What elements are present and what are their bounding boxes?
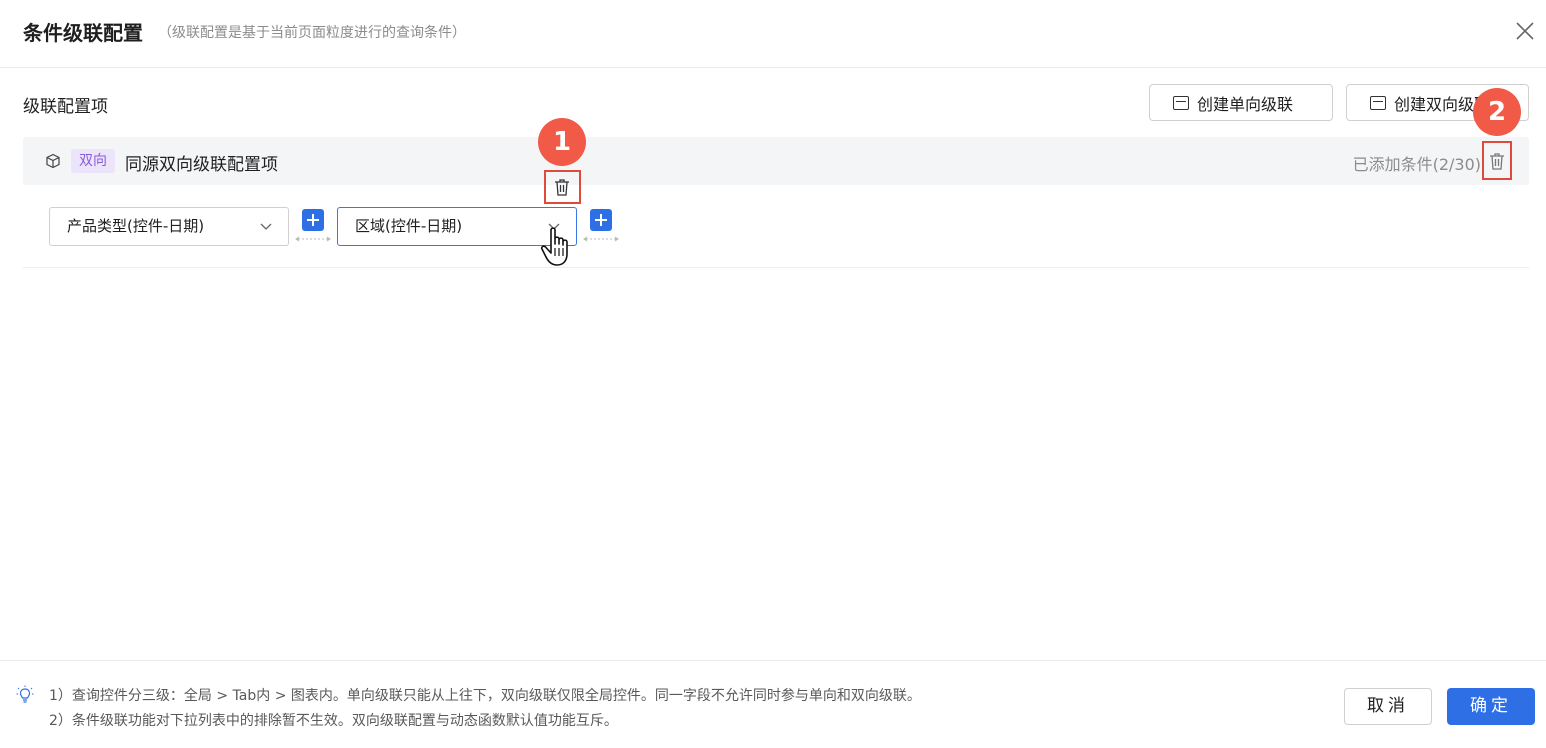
create-single-cascade-label: 创建单向级联 — [1197, 94, 1294, 114]
lightbulb-icon — [16, 685, 34, 703]
divider — [23, 267, 1529, 268]
create-single-cascade-button[interactable]: 创建单向级联 — [1149, 84, 1333, 121]
added-conditions-count: 已添加条件(2/30) — [1352, 155, 1481, 174]
close-icon[interactable] — [1512, 18, 1538, 44]
cascade-item-row: 双向 同源双向级联配置项 已添加条件(2/30) — [23, 137, 1529, 185]
condition-select-product-type[interactable]: 产品类型(控件-日期) — [49, 207, 289, 246]
cube-icon — [46, 153, 60, 169]
section-title: 级联配置项 — [23, 97, 108, 117]
condition-select-label: 产品类型(控件-日期) — [67, 217, 205, 235]
direction-tag: 双向 — [71, 149, 115, 173]
single-arrow-icon — [1173, 95, 1189, 110]
step-marker-1: 1 — [538, 118, 586, 166]
cancel-button[interactable]: 取消 — [1344, 688, 1432, 725]
footer-note-2: 2）条件级联功能对下拉列表中的排除暂不生效。双向级联配置与动态函数默认值功能互斥… — [49, 713, 618, 729]
confirm-button[interactable]: 确定 — [1447, 688, 1535, 725]
trash-icon[interactable] — [554, 178, 570, 196]
double-arrow-icon — [1370, 95, 1386, 110]
footer-note-1: 1）查询控件分三级：全局 > Tab内 > 图表内。单向级联只能从上往下，双向级… — [49, 688, 921, 704]
trash-icon[interactable] — [1489, 152, 1505, 170]
plus-icon[interactable] — [590, 209, 612, 231]
dialog-footer: 1）查询控件分三级：全局 > Tab内 > 图表内。单向级联只能从上往下，双向级… — [0, 660, 1546, 748]
chevron-down-icon — [260, 223, 272, 230]
bidirectional-link-icon — [295, 236, 331, 242]
step-marker-2: 2 — [1473, 88, 1521, 136]
bidirectional-link-icon — [583, 236, 619, 242]
plus-icon[interactable] — [302, 209, 324, 231]
dialog-title: 条件级联配置 — [23, 21, 143, 45]
dialog-header: 条件级联配置 （级联配置是基于当前页面粒度进行的查询条件） — [0, 0, 1546, 68]
condition-select-label: 区域(控件-日期) — [355, 217, 463, 235]
cascade-item-name: 同源双向级联配置项 — [125, 155, 278, 175]
dialog-subtitle: （级联配置是基于当前页面粒度进行的查询条件） — [158, 25, 466, 41]
hand-cursor-icon — [540, 227, 568, 266]
